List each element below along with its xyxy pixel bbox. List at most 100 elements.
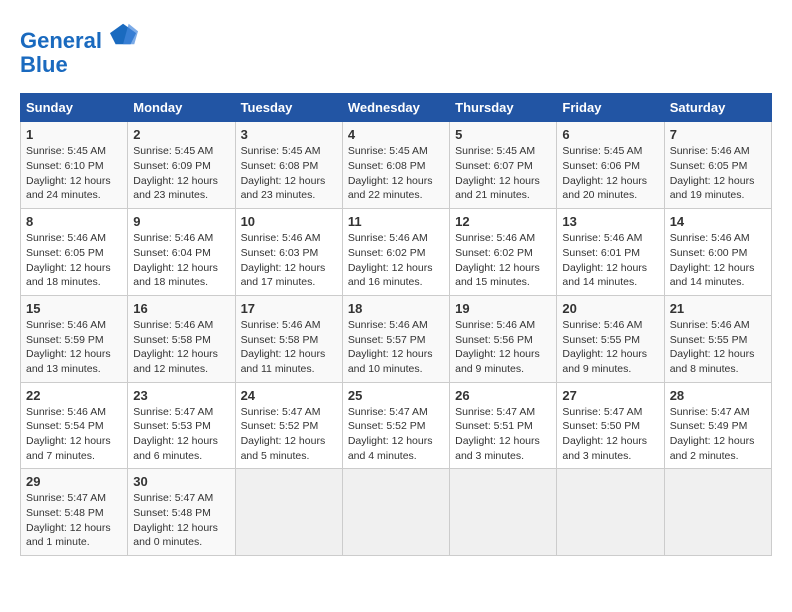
logo-text: General bbox=[20, 20, 138, 53]
calendar-header-row: SundayMondayTuesdayWednesdayThursdayFrid… bbox=[21, 94, 772, 122]
logo-blue-text: Blue bbox=[20, 53, 138, 77]
day-number: 14 bbox=[670, 214, 766, 229]
day-number: 6 bbox=[562, 127, 658, 142]
calendar-cell: 11 Sunrise: 5:46 AMSunset: 6:02 PMDayligh… bbox=[342, 209, 449, 296]
calendar-cell: 2 Sunrise: 5:45 AMSunset: 6:09 PMDaylight… bbox=[128, 122, 235, 209]
calendar-cell: 4 Sunrise: 5:45 AMSunset: 6:08 PMDaylight… bbox=[342, 122, 449, 209]
day-info: Sunrise: 5:46 AMSunset: 5:55 PMDaylight:… bbox=[562, 318, 658, 377]
calendar-cell: 10Sunrise: 5:46 AMSunset: 6:03 PMDayligh… bbox=[235, 209, 342, 296]
calendar-cell: 15 Sunrise: 5:46 AMSunset: 5:59 PMDayligh… bbox=[21, 295, 128, 382]
day-info: Sunrise: 5:47 AMSunset: 5:49 PMDaylight:… bbox=[670, 405, 766, 464]
day-header-thursday: Thursday bbox=[450, 94, 557, 122]
calendar-cell: 12 Sunrise: 5:46 AMSunset: 6:02 PMDayligh… bbox=[450, 209, 557, 296]
calendar-cell: 25 Sunrise: 5:47 AMSunset: 5:52 PMDayligh… bbox=[342, 382, 449, 469]
calendar-cell: 26Sunrise: 5:47 AMSunset: 5:51 PMDayligh… bbox=[450, 382, 557, 469]
day-number: 8 bbox=[26, 214, 122, 229]
logo-icon bbox=[110, 20, 138, 48]
day-number: 2 bbox=[133, 127, 229, 142]
calendar-cell: 27 Sunrise: 5:47 AMSunset: 5:50 PMDayligh… bbox=[557, 382, 664, 469]
day-number: 27 bbox=[562, 388, 658, 403]
day-number: 5 bbox=[455, 127, 551, 142]
day-header-sunday: Sunday bbox=[21, 94, 128, 122]
day-info: Sunrise: 5:45 AMSunset: 6:10 PMDaylight:… bbox=[26, 144, 122, 203]
day-header-saturday: Saturday bbox=[664, 94, 771, 122]
day-number: 22 bbox=[26, 388, 122, 403]
day-info: Sunrise: 5:46 AMSunset: 6:02 PMDaylight:… bbox=[455, 231, 551, 290]
day-number: 23 bbox=[133, 388, 229, 403]
day-header-monday: Monday bbox=[128, 94, 235, 122]
calendar-week-row: 29 Sunrise: 5:47 AMSunset: 5:48 PMDayligh… bbox=[21, 469, 772, 556]
day-info: Sunrise: 5:46 AMSunset: 6:03 PMDaylight:… bbox=[241, 231, 337, 290]
calendar-cell: 7Sunrise: 5:46 AMSunset: 6:05 PMDaylight… bbox=[664, 122, 771, 209]
day-number: 12 bbox=[455, 214, 551, 229]
day-number: 13 bbox=[562, 214, 658, 229]
day-number: 28 bbox=[670, 388, 766, 403]
calendar-cell: 6Sunrise: 5:45 AMSunset: 6:06 PMDaylight… bbox=[557, 122, 664, 209]
calendar-table: SundayMondayTuesdayWednesdayThursdayFrid… bbox=[20, 93, 772, 556]
day-info: Sunrise: 5:47 AMSunset: 5:52 PMDaylight:… bbox=[241, 405, 337, 464]
calendar-cell: 19Sunrise: 5:46 AMSunset: 5:56 PMDayligh… bbox=[450, 295, 557, 382]
calendar-cell: 14 Sunrise: 5:46 AMSunset: 6:00 PMDayligh… bbox=[664, 209, 771, 296]
calendar-cell: 28 Sunrise: 5:47 AMSunset: 5:49 PMDayligh… bbox=[664, 382, 771, 469]
day-number: 29 bbox=[26, 474, 122, 489]
day-number: 1 bbox=[26, 127, 122, 142]
calendar-cell bbox=[235, 469, 342, 556]
day-number: 11 bbox=[348, 214, 444, 229]
calendar-cell: 1 Sunrise: 5:45 AMSunset: 6:10 PMDaylight… bbox=[21, 122, 128, 209]
calendar-cell: 16 Sunrise: 5:46 AMSunset: 5:58 PMDayligh… bbox=[128, 295, 235, 382]
calendar-week-row: 1 Sunrise: 5:45 AMSunset: 6:10 PMDaylight… bbox=[21, 122, 772, 209]
calendar-body: 1 Sunrise: 5:45 AMSunset: 6:10 PMDaylight… bbox=[21, 122, 772, 556]
day-number: 4 bbox=[348, 127, 444, 142]
calendar-week-row: 8Sunrise: 5:46 AMSunset: 6:05 PMDaylight… bbox=[21, 209, 772, 296]
calendar-cell bbox=[557, 469, 664, 556]
day-info: Sunrise: 5:46 AMSunset: 6:01 PMDaylight:… bbox=[562, 231, 658, 290]
calendar-cell: 30 Sunrise: 5:47 AMSunset: 5:48 PMDayligh… bbox=[128, 469, 235, 556]
calendar-cell: 17Sunrise: 5:46 AMSunset: 5:58 PMDayligh… bbox=[235, 295, 342, 382]
day-info: Sunrise: 5:47 AMSunset: 5:50 PMDaylight:… bbox=[562, 405, 658, 464]
header: General Blue bbox=[20, 20, 772, 77]
day-number: 3 bbox=[241, 127, 337, 142]
day-number: 30 bbox=[133, 474, 229, 489]
day-info: Sunrise: 5:47 AMSunset: 5:52 PMDaylight:… bbox=[348, 405, 444, 464]
logo: General Blue bbox=[20, 20, 138, 77]
calendar-cell bbox=[450, 469, 557, 556]
day-info: Sunrise: 5:45 AMSunset: 6:08 PMDaylight:… bbox=[241, 144, 337, 203]
day-info: Sunrise: 5:46 AMSunset: 5:57 PMDaylight:… bbox=[348, 318, 444, 377]
calendar-week-row: 15 Sunrise: 5:46 AMSunset: 5:59 PMDayligh… bbox=[21, 295, 772, 382]
day-info: Sunrise: 5:47 AMSunset: 5:48 PMDaylight:… bbox=[133, 491, 229, 550]
day-info: Sunrise: 5:47 AMSunset: 5:51 PMDaylight:… bbox=[455, 405, 551, 464]
day-header-friday: Friday bbox=[557, 94, 664, 122]
day-info: Sunrise: 5:46 AMSunset: 5:58 PMDaylight:… bbox=[133, 318, 229, 377]
day-number: 19 bbox=[455, 301, 551, 316]
day-number: 25 bbox=[348, 388, 444, 403]
day-info: Sunrise: 5:45 AMSunset: 6:09 PMDaylight:… bbox=[133, 144, 229, 203]
day-number: 18 bbox=[348, 301, 444, 316]
day-info: Sunrise: 5:46 AMSunset: 5:59 PMDaylight:… bbox=[26, 318, 122, 377]
day-number: 9 bbox=[133, 214, 229, 229]
calendar-cell bbox=[664, 469, 771, 556]
calendar-cell: 21Sunrise: 5:46 AMSunset: 5:55 PMDayligh… bbox=[664, 295, 771, 382]
calendar-cell: 3 Sunrise: 5:45 AMSunset: 6:08 PMDaylight… bbox=[235, 122, 342, 209]
calendar-cell bbox=[342, 469, 449, 556]
day-info: Sunrise: 5:45 AMSunset: 6:08 PMDaylight:… bbox=[348, 144, 444, 203]
calendar-cell: 8Sunrise: 5:46 AMSunset: 6:05 PMDaylight… bbox=[21, 209, 128, 296]
day-info: Sunrise: 5:45 AMSunset: 6:07 PMDaylight:… bbox=[455, 144, 551, 203]
day-number: 24 bbox=[241, 388, 337, 403]
day-info: Sunrise: 5:47 AMSunset: 5:48 PMDaylight:… bbox=[26, 491, 122, 550]
day-number: 16 bbox=[133, 301, 229, 316]
calendar-cell: 13 Sunrise: 5:46 AMSunset: 6:01 PMDayligh… bbox=[557, 209, 664, 296]
calendar-cell: 24 Sunrise: 5:47 AMSunset: 5:52 PMDayligh… bbox=[235, 382, 342, 469]
day-info: Sunrise: 5:46 AMSunset: 6:00 PMDaylight:… bbox=[670, 231, 766, 290]
day-info: Sunrise: 5:46 AMSunset: 6:02 PMDaylight:… bbox=[348, 231, 444, 290]
calendar-cell: 9Sunrise: 5:46 AMSunset: 6:04 PMDaylight… bbox=[128, 209, 235, 296]
day-number: 20 bbox=[562, 301, 658, 316]
day-header-wednesday: Wednesday bbox=[342, 94, 449, 122]
day-number: 15 bbox=[26, 301, 122, 316]
calendar-cell: 23Sunrise: 5:47 AMSunset: 5:53 PMDayligh… bbox=[128, 382, 235, 469]
calendar-cell: 22 Sunrise: 5:46 AMSunset: 5:54 PMDayligh… bbox=[21, 382, 128, 469]
day-number: 17 bbox=[241, 301, 337, 316]
day-number: 21 bbox=[670, 301, 766, 316]
day-header-tuesday: Tuesday bbox=[235, 94, 342, 122]
day-info: Sunrise: 5:46 AMSunset: 5:54 PMDaylight:… bbox=[26, 405, 122, 464]
day-number: 7 bbox=[670, 127, 766, 142]
